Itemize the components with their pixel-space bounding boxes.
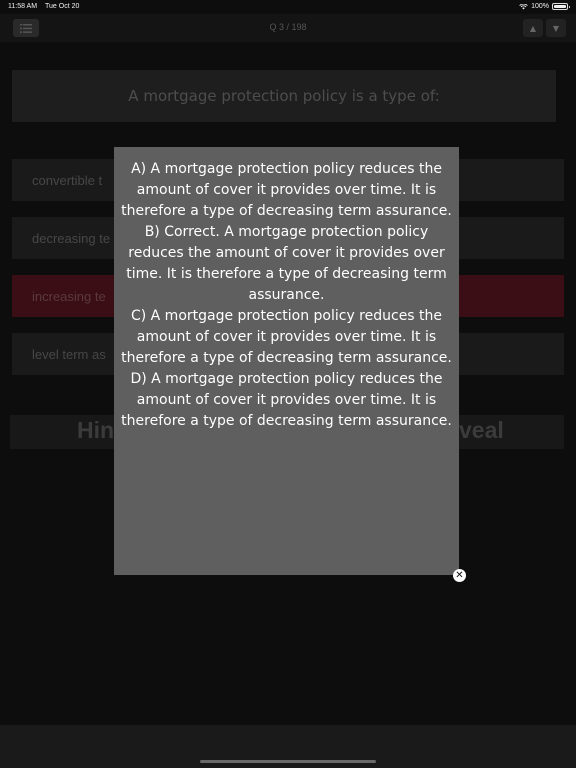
- nav-bar: Q 3 / 198 ▲ ▼: [0, 14, 576, 42]
- explanation-d: D) A mortgage protection policy reduces …: [121, 371, 452, 429]
- battery-icon: [552, 3, 570, 10]
- close-icon[interactable]: ✕: [453, 569, 466, 582]
- previous-question-button[interactable]: ▲: [523, 19, 543, 37]
- explanation-popup: A) A mortgage protection policy reduces …: [114, 147, 459, 575]
- quiz-screen: 11:58 AM Tue Oct 20 100% Q 3 / 198 ▲ ▼ A…: [0, 0, 576, 768]
- status-time: 11:58 AM: [8, 3, 38, 10]
- next-question-button[interactable]: ▼: [546, 19, 566, 37]
- status-date: Tue Oct 20: [45, 3, 80, 10]
- question-counter: Q 3 / 198: [269, 22, 307, 32]
- explanation-c: C) A mortgage protection policy reduces …: [121, 308, 452, 366]
- status-right: 100%: [519, 3, 570, 10]
- home-indicator[interactable]: [200, 760, 376, 763]
- battery-percent: 100%: [531, 3, 549, 10]
- arrow-up-icon: ▲: [529, 23, 537, 33]
- reveal-button[interactable]: veal: [459, 417, 504, 444]
- wifi-icon: [519, 3, 528, 9]
- question-text: A mortgage protection policy is a type o…: [12, 70, 556, 122]
- status-bar: 11:58 AM Tue Oct 20 100%: [0, 0, 576, 14]
- explanation-b: B) Correct. A mortgage protection policy…: [126, 224, 447, 303]
- arrow-down-icon: ▼: [552, 23, 560, 33]
- hint-button[interactable]: Hin: [77, 417, 114, 444]
- explanation-a: A) A mortgage protection policy reduces …: [121, 161, 452, 219]
